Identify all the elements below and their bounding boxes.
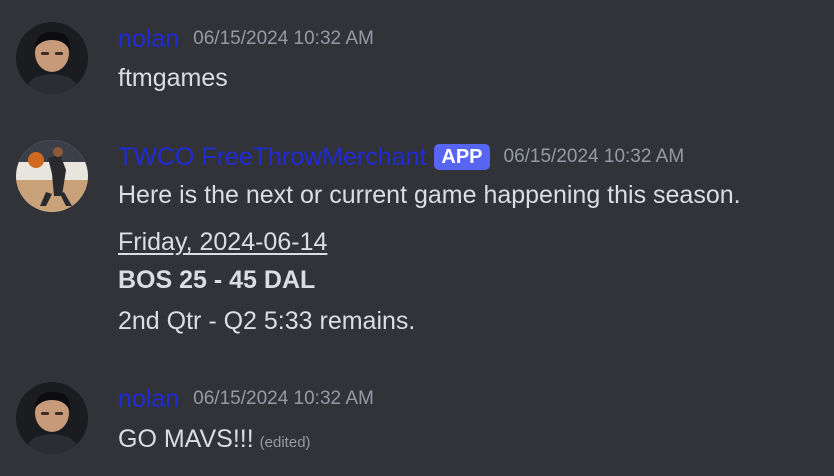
app-badge: APP	[434, 144, 490, 170]
basketball-player-avatar-icon	[16, 140, 88, 212]
message-text: Here is the next or current game happeni…	[118, 181, 741, 209]
message-text: GO MAVS!!!	[118, 425, 254, 453]
nolan-avatar-icon	[16, 382, 88, 454]
message-text: ftmgames	[118, 64, 228, 92]
user-avatar[interactable]	[16, 22, 88, 94]
nolan-avatar-icon	[16, 22, 88, 94]
username[interactable]: nolan	[118, 384, 179, 414]
user-avatar[interactable]	[16, 382, 88, 454]
username[interactable]: TWCO FreeThrowMerchant	[118, 142, 426, 172]
bot-avatar[interactable]	[16, 140, 88, 212]
timestamp: 06/15/2024 10:32 AM	[193, 388, 374, 409]
message-text-row: GO MAVS!!! (edited)	[118, 423, 311, 459]
game-date-link[interactable]: Friday, 2024-06-14	[118, 226, 327, 258]
timestamp: 06/15/2024 10:32 AM	[503, 146, 685, 167]
timestamp: 06/15/2024 10:32 AM	[193, 28, 374, 49]
game-score: BOS 25 - 45 DAL	[118, 266, 316, 294]
game-status: 2nd Qtr - Q2 5:33 remains.	[118, 307, 416, 335]
username[interactable]: nolan	[118, 24, 179, 54]
edited-label: (edited)	[259, 434, 311, 451]
